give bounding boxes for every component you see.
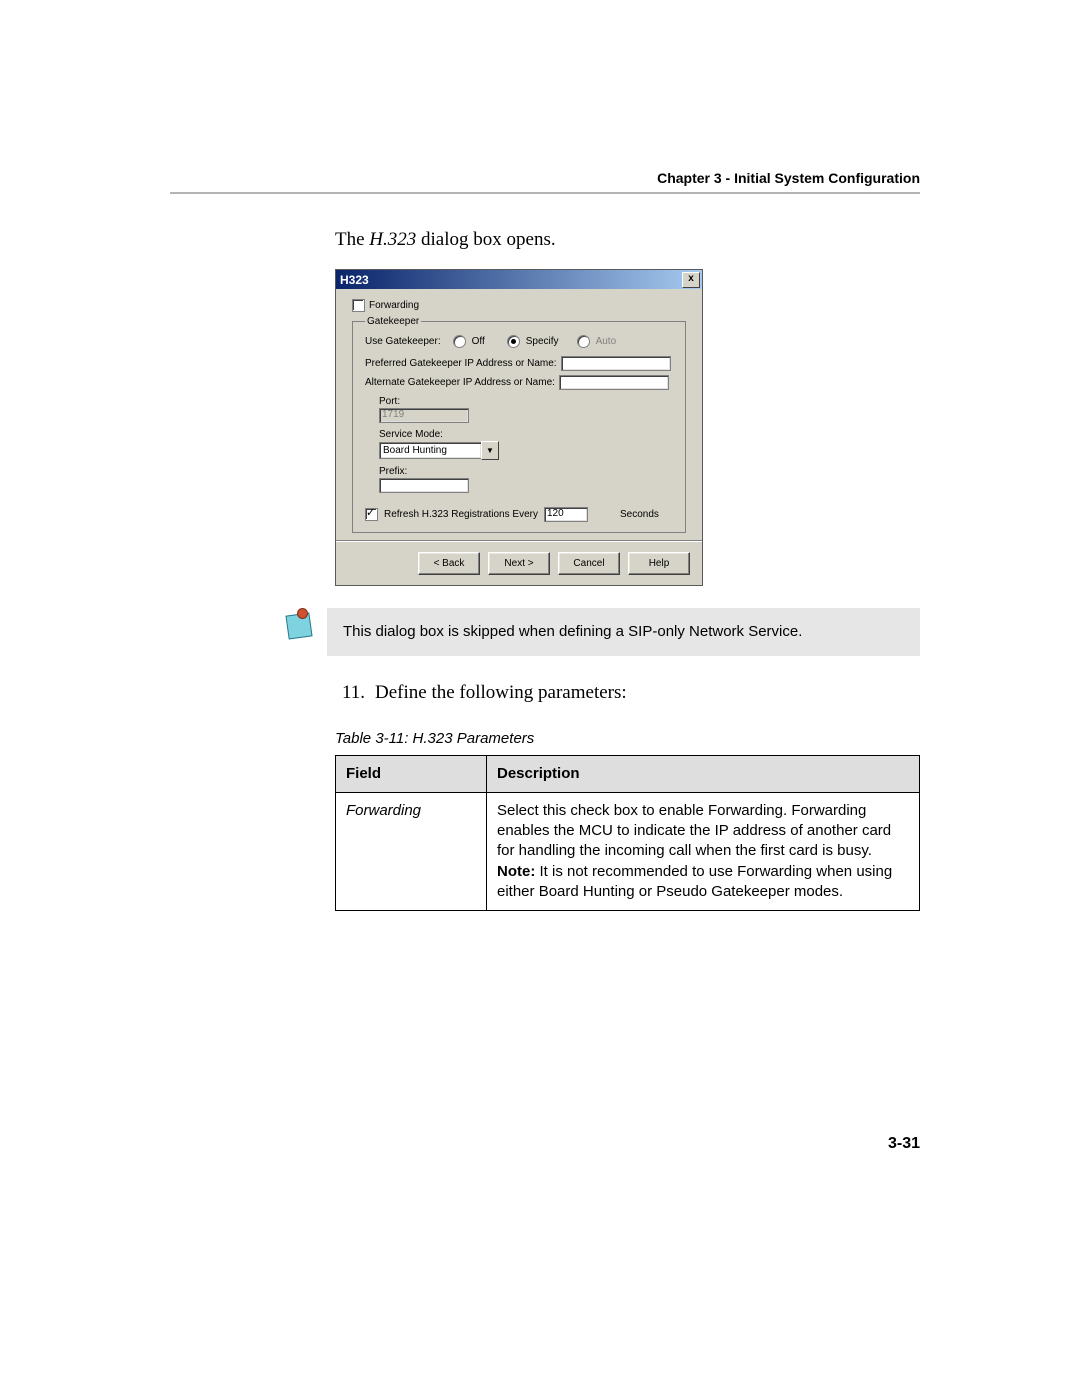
radio-specify[interactable]: [507, 335, 520, 348]
radio-off[interactable]: [453, 335, 466, 348]
page-header: Chapter 3 - Initial System Configuration: [170, 170, 920, 194]
cell-description: Select this check box to enable Forwardi…: [487, 792, 920, 910]
port-input[interactable]: 1719: [379, 408, 469, 423]
intro-suffix: dialog box opens.: [416, 229, 555, 250]
radio-specify-label: Specify: [526, 336, 559, 347]
dialog-button-row: < Back Next > Cancel Help: [336, 541, 702, 585]
intro-text: The H.323 dialog box opens.: [335, 229, 920, 251]
service-mode-label: Service Mode:: [379, 429, 675, 440]
refresh-label: Refresh H.323 Registrations Every: [384, 509, 538, 520]
forwarding-label: Forwarding: [369, 300, 419, 311]
col-field: Field: [336, 755, 487, 792]
gatekeeper-legend: Gatekeeper: [365, 316, 421, 327]
alternate-gk-input[interactable]: [559, 375, 669, 390]
service-mode-value: Board Hunting: [379, 442, 482, 459]
prefix-input[interactable]: [379, 478, 469, 493]
intro-italic: H.323: [369, 229, 416, 250]
params-table: Field Description Forwarding Select this…: [335, 755, 920, 912]
dialog-titlebar: H323 x: [336, 270, 702, 289]
close-button[interactable]: x: [682, 272, 700, 288]
help-button[interactable]: Help: [628, 552, 690, 575]
alternate-gk-label: Alternate Gatekeeper IP Address or Name:: [365, 377, 555, 388]
step-text: Define the following parameters:: [375, 682, 627, 704]
preferred-gk-label: Preferred Gatekeeper IP Address or Name:: [365, 358, 557, 369]
intro-prefix: The: [335, 229, 369, 250]
cancel-button[interactable]: Cancel: [558, 552, 620, 575]
use-gatekeeper-label: Use Gatekeeper:: [365, 336, 441, 347]
cell-field: Forwarding: [336, 792, 487, 910]
refresh-checkbox[interactable]: [365, 508, 378, 521]
radio-auto-label: Auto: [596, 336, 617, 347]
radio-auto[interactable]: [577, 335, 590, 348]
page-number: 3-31: [888, 1135, 920, 1153]
service-mode-select[interactable]: Board Hunting ▼: [379, 441, 499, 460]
preferred-gk-input[interactable]: [561, 356, 671, 371]
note-box: This dialog box is skipped when defining…: [327, 608, 920, 656]
radio-off-label: Off: [472, 336, 485, 347]
refresh-unit: Seconds: [620, 509, 659, 520]
h323-dialog: H323 x Forwarding Gatekeeper Use Gatekee…: [335, 269, 703, 586]
dialog-title: H323: [340, 273, 369, 287]
gatekeeper-group: Gatekeeper Use Gatekeeper: Off Specify A…: [352, 316, 686, 533]
col-description: Description: [487, 755, 920, 792]
forwarding-checkbox[interactable]: [352, 299, 365, 312]
table-row: Forwarding Select this check box to enab…: [336, 792, 920, 910]
next-button[interactable]: Next >: [488, 552, 550, 575]
step-number: 11.: [335, 682, 365, 704]
forwarding-checkbox-row: Forwarding: [352, 299, 686, 312]
chevron-down-icon: ▼: [481, 441, 499, 460]
note-icon: [281, 608, 315, 642]
prefix-label: Prefix:: [379, 466, 675, 477]
table-caption: Table 3-11: H.323 Parameters: [335, 730, 920, 747]
port-label: Port:: [379, 396, 675, 407]
back-button[interactable]: < Back: [418, 552, 480, 575]
refresh-value-input[interactable]: 120: [544, 507, 588, 522]
